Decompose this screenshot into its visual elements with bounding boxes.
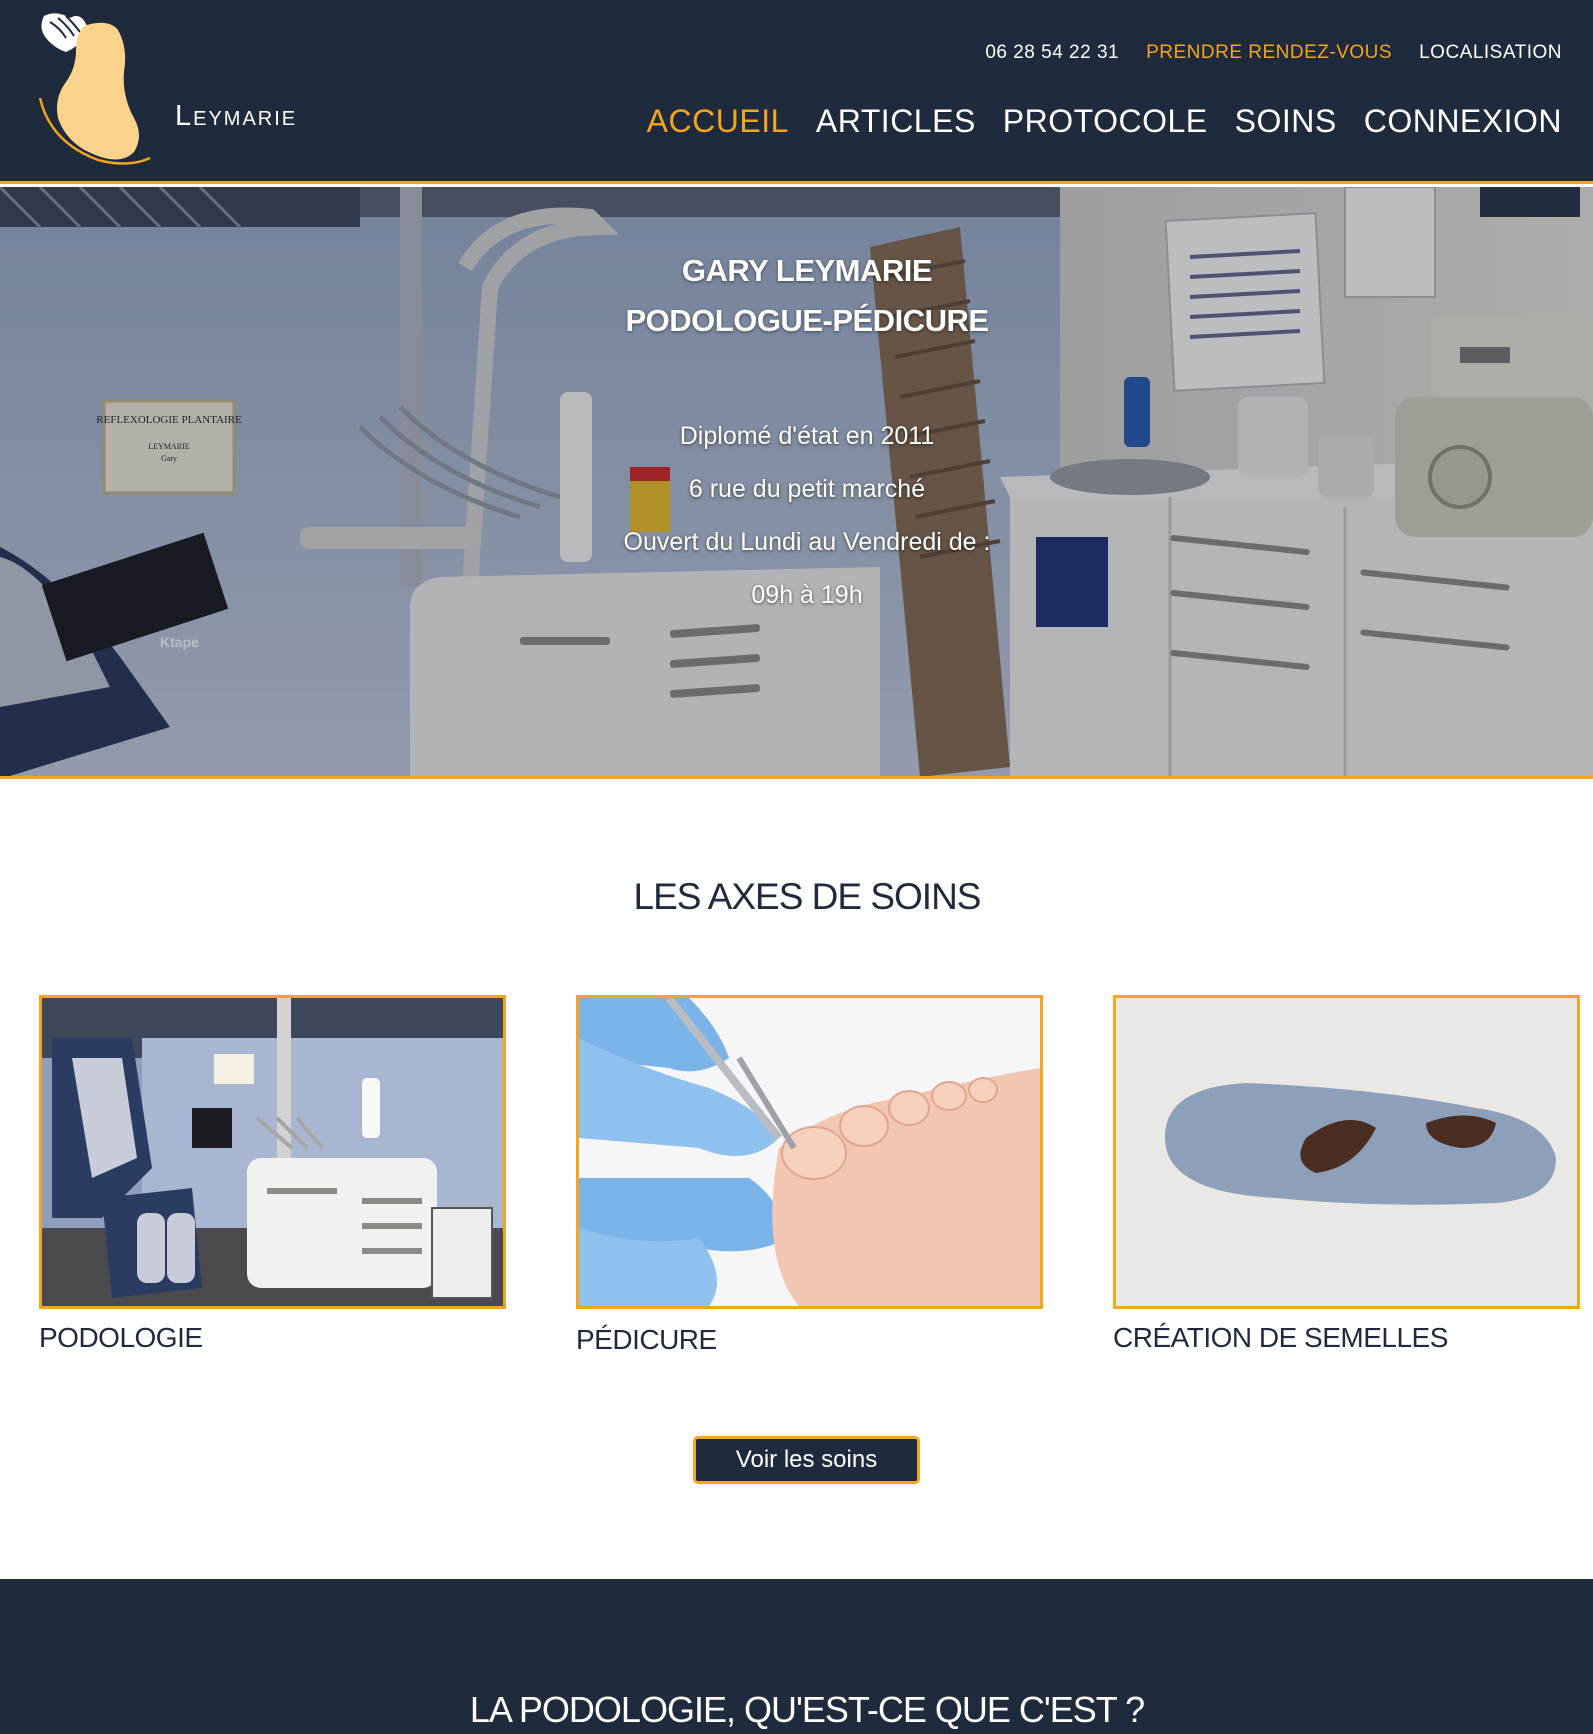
podology-section-title: LA PODOLOGIE, QU'EST-CE QUE C'EST ? xyxy=(469,1689,1145,1730)
phone-link[interactable]: 06 28 54 22 31 xyxy=(985,42,1119,64)
site-header: Leymarie 06 28 54 22 31 PRENDRE RENDEZ-V… xyxy=(0,0,1593,184)
hero-info-opening-days: Ouvert du Lundi au Vendredi de : xyxy=(623,528,991,556)
podologie-image xyxy=(42,998,503,1306)
nav-item-accueil[interactable]: ACCUEIL xyxy=(647,103,789,140)
main-nav: ACCUEIL ARTICLES PROTOCOLE SOINS CONNEXI… xyxy=(647,103,1562,140)
hero-info-diploma: Diplomé d'état en 2011 xyxy=(679,422,935,450)
nav-item-soins[interactable]: SOINS xyxy=(1235,103,1337,140)
insole-image xyxy=(1116,998,1577,1306)
view-care-button[interactable]: Voir les soins xyxy=(693,1436,920,1484)
pedicure-image xyxy=(579,998,1040,1306)
nav-item-articles[interactable]: ARTICLES xyxy=(816,103,976,140)
hero-info-opening-hours: 09h à 19h xyxy=(751,581,863,609)
care-label-semelles[interactable]: CRÉATION DE SEMELLES xyxy=(1113,1322,1448,1354)
hero-info-address: 6 rue du petit marché xyxy=(688,475,926,503)
hero-title-name: GARY LEYMARIE xyxy=(681,253,933,288)
brand-name: Leymarie xyxy=(175,100,298,132)
hero-banner: REFLEXOLOGIE PLANTAIRE LEYMARIE Gary Kta… xyxy=(0,187,1593,779)
site-logo[interactable]: Leymarie xyxy=(35,8,298,170)
location-link[interactable]: LOCALISATION xyxy=(1419,42,1562,64)
hero-title-profession: PODOLOGUE-PÉDICURE xyxy=(625,303,989,338)
care-section-title: LES AXES DE SOINS xyxy=(633,876,982,917)
nav-item-protocole[interactable]: PROTOCOLE xyxy=(1003,103,1208,140)
care-label-pedicure[interactable]: PÉDICURE xyxy=(576,1324,717,1356)
care-card-pedicure[interactable] xyxy=(576,995,1043,1309)
appointment-link[interactable]: PRENDRE RENDEZ-VOUS xyxy=(1146,42,1392,64)
podology-section: LA PODOLOGIE, QU'EST-CE QUE C'EST ? xyxy=(0,1579,1593,1734)
nav-item-connexion[interactable]: CONNEXION xyxy=(1364,103,1562,140)
top-links: 06 28 54 22 31 PRENDRE RENDEZ-VOUS LOCAL… xyxy=(985,42,1562,64)
care-card-semelles[interactable] xyxy=(1113,995,1580,1309)
care-label-podologie[interactable]: PODOLOGIE xyxy=(39,1322,203,1354)
care-card-podologie[interactable] xyxy=(39,995,506,1309)
winged-foot-icon xyxy=(35,13,156,166)
